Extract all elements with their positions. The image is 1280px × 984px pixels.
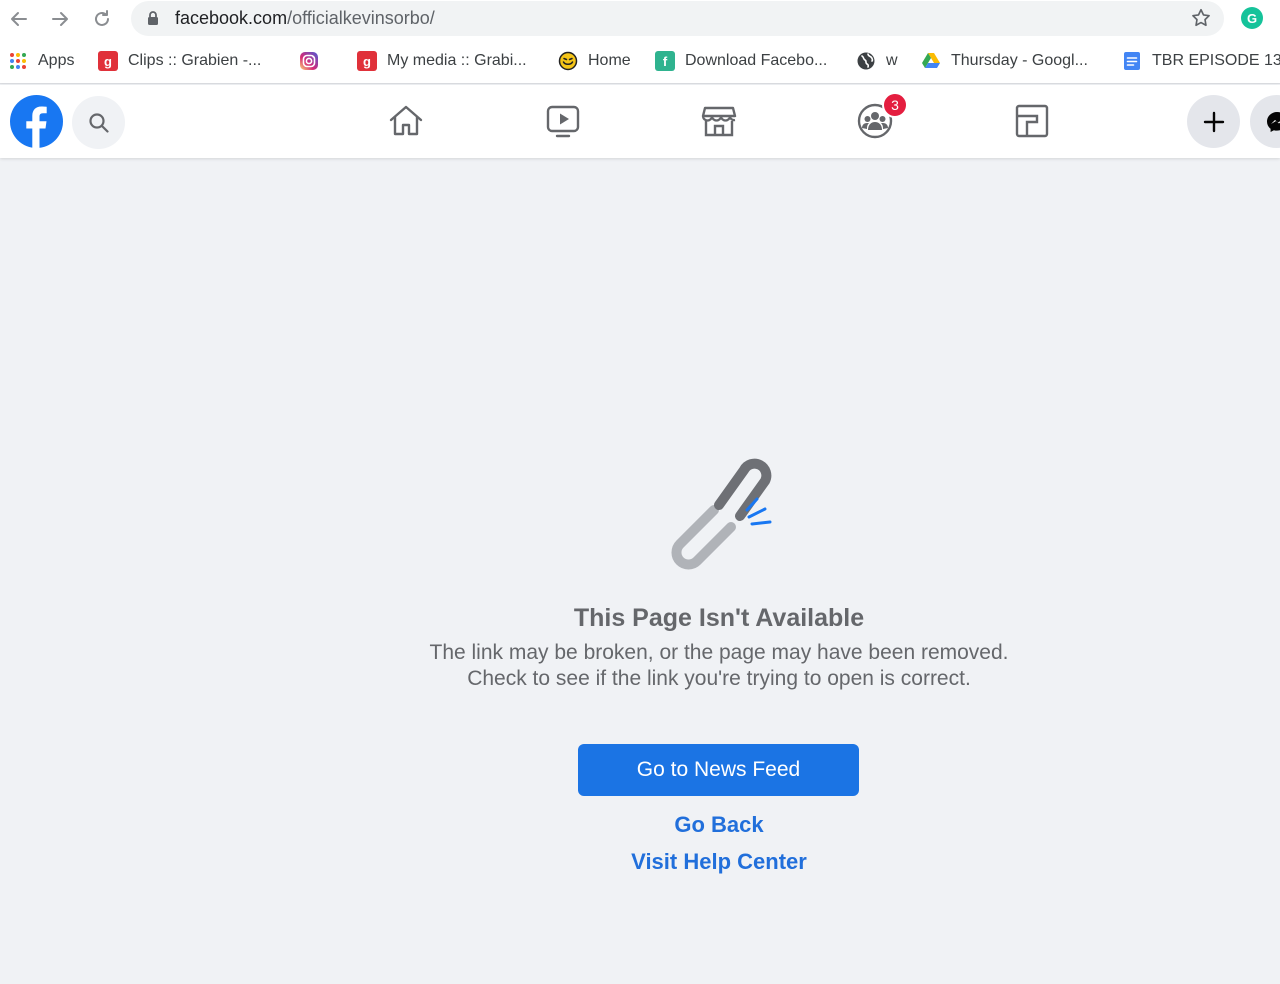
bookmark-apps[interactable]: Apps (8, 49, 74, 73)
reload-icon[interactable] (89, 6, 115, 32)
bookmark-label: Home (588, 52, 631, 69)
bookmark-label: Download Facebo... (685, 52, 828, 69)
browser-toolbar: facebook.com/officialkevinsorbo/ G (0, 0, 1280, 40)
bookmark-label: w (886, 52, 898, 69)
bookmark-star-icon[interactable] (1190, 7, 1212, 29)
bookmark-label: Thursday - Googl... (951, 52, 1088, 69)
bookmark-clips-grabien[interactable]: g Clips :: Grabien -... (98, 49, 261, 73)
url-path: /officialkevinsorbo/ (287, 8, 435, 28)
url-domain: facebook.com (175, 8, 288, 28)
bookmark-thursday-google[interactable]: Thursday - Googl... (921, 49, 1088, 73)
messenger-button[interactable] (1250, 95, 1280, 148)
home-icon[interactable] (387, 102, 425, 140)
grammarly-extension-icon[interactable]: G (1241, 7, 1263, 29)
notification-badge: 3 (882, 92, 908, 118)
instagram-icon (300, 52, 318, 70)
bookmark-home[interactable]: Home (558, 49, 631, 73)
bookmark-label: Clips :: Grabien -... (128, 52, 262, 69)
gaming-icon[interactable] (1013, 102, 1051, 140)
error-title: This Page Isn't Available (573, 604, 865, 632)
bookmark-label: My media :: Grabi... (387, 52, 527, 69)
messenger-icon (1266, 111, 1280, 132)
grabien-icon: g (98, 51, 118, 71)
grabien-icon: g (357, 51, 377, 71)
address-bar[interactable]: facebook.com/officialkevinsorbo/ (131, 1, 1224, 36)
page-not-available: This Page Isn't Available The link may b… (0, 158, 1280, 984)
broken-link-icon (671, 458, 772, 570)
bookmark-instagram[interactable] (299, 49, 319, 73)
marketplace-icon[interactable] (700, 102, 738, 140)
facebook-logo-icon[interactable] (10, 95, 63, 148)
visit-help-center-link[interactable]: Visit Help Center (519, 849, 919, 875)
create-button[interactable] (1187, 95, 1240, 148)
google-drive-icon (922, 53, 940, 68)
plus-icon (1203, 111, 1224, 132)
download-icon: f (655, 51, 675, 71)
go-to-news-feed-button[interactable]: Go to News Feed (578, 744, 859, 796)
bookmark-label: Apps (38, 52, 75, 69)
bookmark-my-media-grabien[interactable]: g My media :: Grabi... (357, 49, 527, 73)
globe-icon (857, 52, 875, 70)
bookmark-label: TBR EPISODE 13 (1152, 52, 1280, 69)
back-arrow-icon[interactable] (6, 6, 32, 32)
facebook-header: 3 (0, 85, 1280, 158)
lock-icon (148, 11, 158, 25)
search-button[interactable] (72, 96, 125, 149)
bookmarks-bar: Apps g Clips :: Grabien -... g My media … (0, 40, 1280, 84)
bookmark-tbr-episode[interactable]: TBR EPISODE 13 (1122, 49, 1280, 73)
google-docs-icon (1124, 52, 1140, 70)
bookmark-w[interactable]: w (856, 49, 898, 73)
url-text: facebook.com/officialkevinsorbo/ (175, 8, 435, 29)
forward-arrow-icon[interactable] (47, 6, 73, 32)
home-smile-icon (558, 51, 578, 71)
bookmark-download-facebook[interactable]: f Download Facebo... (655, 49, 827, 73)
apps-grid-icon (10, 53, 26, 69)
go-back-link[interactable]: Go Back (519, 812, 919, 838)
search-icon (88, 112, 109, 133)
watch-video-icon[interactable] (544, 102, 582, 140)
error-description: The link may be broken, or the page may … (429, 641, 1009, 690)
